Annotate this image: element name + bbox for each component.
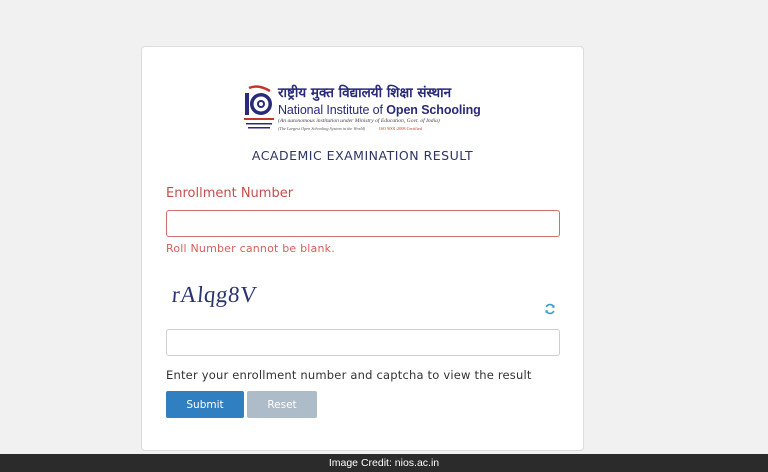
- page-title: ACADEMIC EXAMINATION RESULT: [251, 148, 474, 163]
- submit-button[interactable]: Submit: [166, 391, 244, 418]
- enrollment-error-message: Roll Number cannot be blank.: [166, 242, 335, 255]
- refresh-captcha-icon[interactable]: [544, 303, 556, 315]
- logo-tagline-extra: ISO 9001:2008 Certified: [379, 126, 422, 131]
- reset-button[interactable]: Reset: [247, 391, 317, 418]
- nios-emblem-icon: [244, 85, 274, 129]
- logo-english-bold: Open Schooling: [386, 103, 481, 117]
- result-form-card: राष्ट्रीय मुक्त विद्यालयी शिक्षा संस्थान…: [141, 46, 584, 451]
- logo-hindi-text: राष्ट्रीय मुक्त विद्यालयी शिक्षा संस्थान: [278, 85, 452, 101]
- logo-tagline-text: (The Largest Open Schooling System in th…: [278, 126, 366, 131]
- image-credit-bar: Image Credit: nios.ac.in: [0, 454, 768, 472]
- logo-subtitle: (An autonomous institution under Ministr…: [278, 118, 440, 124]
- enrollment-label: Enrollment Number: [166, 186, 294, 201]
- logo-tagline: (The Largest Open Schooling System in th…: [278, 126, 422, 131]
- enrollment-input[interactable]: [166, 210, 560, 237]
- logo-english-prefix: National Institute of: [278, 103, 387, 117]
- logo-english-text: National Institute of Open Schooling: [278, 103, 481, 117]
- captcha-image: rAlqg8V: [170, 282, 259, 307]
- captcha-input[interactable]: [166, 329, 560, 356]
- instruction-text: Enter your enrollment number and captcha…: [166, 368, 532, 382]
- nios-logo: राष्ट्रीय मुक्त विद्यालयी शिक्षा संस्थान…: [244, 85, 481, 133]
